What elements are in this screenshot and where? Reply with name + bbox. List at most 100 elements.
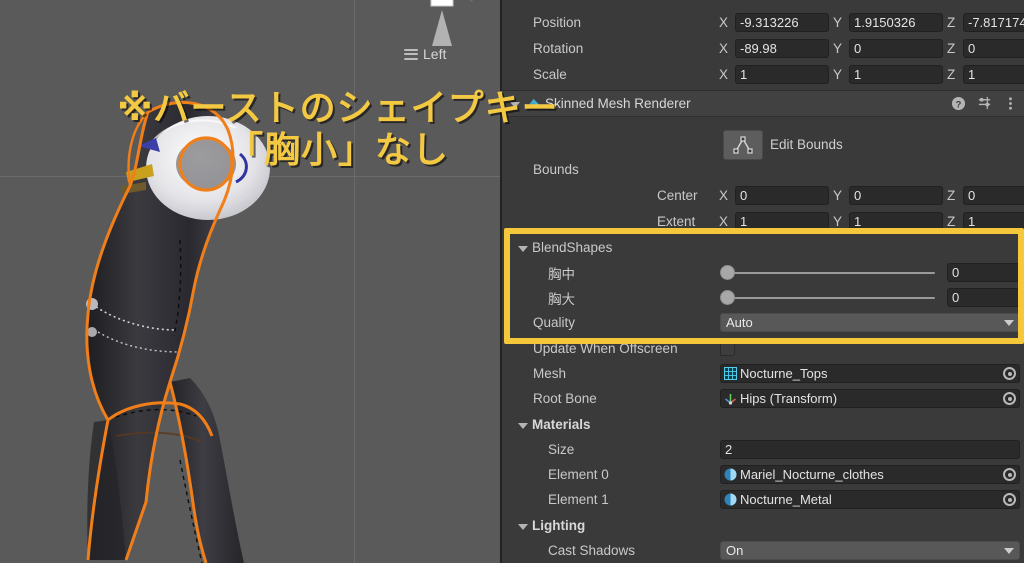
bounds-extent-x-field[interactable]: 1: [735, 212, 829, 231]
hamburger-icon: [404, 46, 418, 62]
scale-y-field[interactable]: 1: [849, 65, 943, 84]
component-title: Skinned Mesh Renderer: [545, 96, 691, 111]
materials-size-label: Size: [548, 442, 575, 457]
position-z-field[interactable]: -7.817174: [963, 13, 1024, 32]
chevron-down-icon[interactable]: [510, 101, 520, 108]
blendshape-0-value-field[interactable]: 0: [947, 263, 1020, 282]
cast-shadows-row: Cast Shadows On: [502, 538, 1024, 563]
quality-dropdown[interactable]: Auto: [720, 313, 1020, 332]
root-bone-object-field[interactable]: Hips (Transform): [720, 389, 1020, 408]
rotation-y-field[interactable]: 0: [849, 39, 943, 58]
slider-handle[interactable]: [720, 265, 735, 280]
transform-row-scale: Scale X 1 Y 1 Z 1: [502, 62, 1024, 87]
bounds-extent-z-field[interactable]: 1: [963, 212, 1024, 231]
help-icon[interactable]: ?: [951, 96, 966, 111]
quality-row: Quality Auto: [502, 310, 1024, 335]
scale-z-field[interactable]: 1: [963, 65, 1024, 84]
svg-text:?: ?: [956, 99, 962, 109]
blendshape-1-slider[interactable]: [720, 290, 935, 306]
bounds-center-y-field[interactable]: 0: [849, 186, 943, 205]
inspector-panel: Position X -9.313226 Y 1.9150326 Z -7.81…: [500, 0, 1024, 563]
bounds-center-y-axis-label: Y: [833, 188, 843, 203]
bounds-extent-z-axis-label: Z: [947, 214, 956, 229]
chevron-down-icon: [1004, 319, 1014, 326]
material-icon: [724, 493, 737, 506]
root-bone-label: Root Bone: [533, 391, 597, 406]
scale-y-axis-label: Y: [833, 67, 843, 82]
bounds-center-x-axis-label: X: [719, 188, 729, 203]
bounds-center-z-axis-label: Z: [947, 188, 956, 203]
position-label: Position: [533, 15, 582, 30]
blendshapes-chevron-down-icon[interactable]: [518, 246, 528, 252]
view-orientation-text: Left: [423, 46, 447, 62]
materials-header[interactable]: Materials: [502, 412, 1024, 437]
cast-shadows-value: On: [726, 543, 744, 558]
bounds-extent-label: Extent: [657, 214, 696, 229]
mesh-object-field[interactable]: Nocturne_Tops: [720, 364, 1020, 383]
bounds-center-label: Center: [657, 188, 698, 203]
lighting-chevron-down-icon[interactable]: [518, 524, 528, 530]
lighting-header[interactable]: Lighting: [502, 513, 1024, 538]
character-model[interactable]: [30, 90, 330, 563]
bounds-center-z-field[interactable]: 0: [963, 186, 1024, 205]
bounds-extent-x-axis-label: X: [719, 214, 729, 229]
scene-viewport[interactable]: Left: [0, 0, 500, 563]
skinned-mesh-renderer-header[interactable]: Skinned Mesh Renderer ?: [502, 90, 1024, 117]
rotation-label: Rotation: [533, 41, 584, 56]
bounds-center-x-field[interactable]: 0: [735, 186, 829, 205]
scene-view-label[interactable]: Left: [404, 46, 446, 62]
transform-row-rotation: Rotation X -89.98 Y 0 Z 0: [502, 36, 1024, 61]
blendshapes-label: BlendShapes: [532, 240, 613, 255]
material-element-0-field[interactable]: Mariel_Nocturne_clothes: [720, 465, 1020, 484]
edit-bounds-label: Edit Bounds: [770, 137, 843, 152]
object-picker-icon[interactable]: [1003, 493, 1016, 506]
blendshape-1-label: 胸大: [548, 291, 575, 307]
scale-z-axis-label: Z: [947, 67, 956, 82]
grid-line-vertical: [354, 0, 355, 563]
quality-label: Quality: [533, 315, 576, 330]
blendshape-1-value-field[interactable]: 0: [947, 288, 1020, 307]
materials-size-field[interactable]: 2: [720, 440, 1020, 459]
scale-label: Scale: [533, 67, 567, 82]
materials-chevron-down-icon[interactable]: [518, 423, 528, 429]
mesh-label: Mesh: [533, 366, 567, 381]
position-x-axis-label: X: [719, 15, 729, 30]
bounds-extent-y-field[interactable]: 1: [849, 212, 943, 231]
material-element-0-label: Element 0: [548, 467, 609, 482]
cast-shadows-dropdown[interactable]: On: [720, 541, 1020, 560]
blendshapes-header[interactable]: BlendShapes: [502, 235, 1024, 260]
bounds-label: Bounds: [533, 162, 579, 177]
more-options-icon[interactable]: [1003, 96, 1018, 111]
material-element-1-field[interactable]: Nocturne_Metal: [720, 490, 1020, 509]
preset-settings-icon[interactable]: [977, 96, 992, 111]
position-y-field[interactable]: 1.9150326: [849, 13, 943, 32]
blendshape-0-label: 胸中: [548, 266, 575, 282]
update-when-offscreen-checkbox[interactable]: [720, 341, 735, 356]
scale-x-field[interactable]: 1: [735, 65, 829, 84]
bounds-row-center: Center X 0 Y 0 Z 0: [502, 183, 1024, 208]
mesh-value: Nocturne_Tops: [740, 366, 828, 381]
lighting-label: Lighting: [532, 518, 586, 533]
edit-bounds-icon: [733, 136, 753, 154]
transform-row-position: Position X -9.313226 Y 1.9150326 Z -7.81…: [502, 10, 1024, 35]
position-x-field[interactable]: -9.313226: [735, 13, 829, 32]
mesh-row: Mesh Nocturne_Tops: [502, 361, 1024, 386]
blendshape-0-slider[interactable]: [720, 265, 935, 281]
skinned-mesh-renderer-icon: [527, 98, 540, 109]
rotation-x-axis-label: X: [719, 41, 729, 56]
update-when-offscreen-row: Update When Offscreen: [502, 336, 1024, 361]
edit-bounds-button[interactable]: [723, 130, 763, 160]
material-element-1-label: Element 1: [548, 492, 609, 507]
position-z-axis-label: Z: [947, 15, 956, 30]
rotation-z-field[interactable]: 0: [963, 39, 1024, 58]
update-when-offscreen-label: Update When Offscreen: [533, 341, 678, 356]
object-picker-icon[interactable]: [1003, 367, 1016, 380]
root-bone-row: Root Bone Hips (Transform): [502, 386, 1024, 411]
slider-handle[interactable]: [720, 290, 735, 305]
object-picker-icon[interactable]: [1003, 468, 1016, 481]
root-bone-value: Hips (Transform): [740, 391, 838, 406]
unity-editor-window: Left Position X -9.313226 Y 1.9150326 Z …: [0, 0, 1024, 563]
bounds-extent-y-axis-label: Y: [833, 214, 843, 229]
rotation-x-field[interactable]: -89.98: [735, 39, 829, 58]
object-picker-icon[interactable]: [1003, 392, 1016, 405]
